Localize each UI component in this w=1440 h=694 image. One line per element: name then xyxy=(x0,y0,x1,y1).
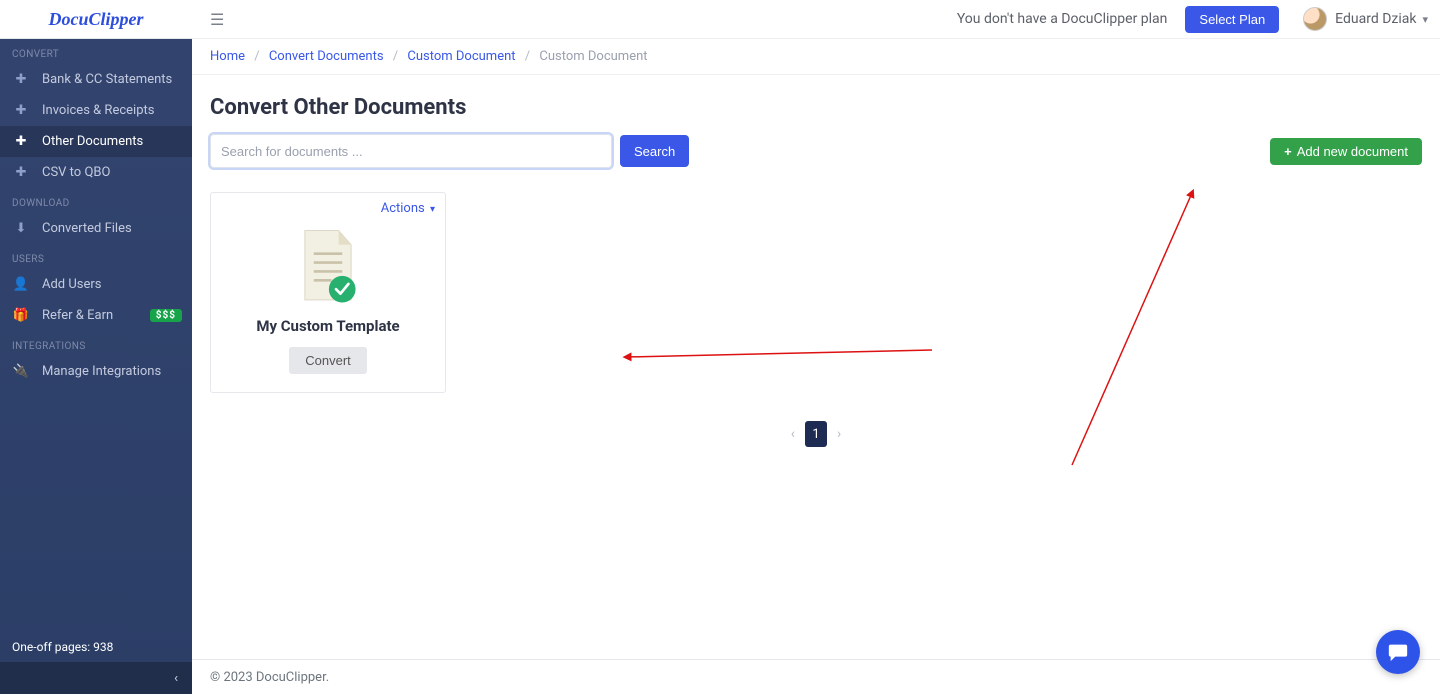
chevron-down-icon: ▾ xyxy=(430,204,435,215)
plan-text: You don't have a DocuClipper plan xyxy=(957,11,1168,27)
chevron-left-icon: ‹ xyxy=(174,671,178,686)
convert-button[interactable]: Convert xyxy=(289,347,367,374)
sidebar-item-label: Add Users xyxy=(42,277,102,292)
sidebar: DocuClipper CONVERT ✚ Bank & CC Statemen… xyxy=(0,0,192,694)
sidebar-item-invoices[interactable]: ✚ Invoices & Receipts xyxy=(0,95,192,126)
brand-text: DocuClipper xyxy=(48,9,143,30)
sidebar-item-refer-earn[interactable]: 🎁 Refer & Earn $$$ xyxy=(0,300,192,331)
card-title: My Custom Template xyxy=(223,317,433,335)
sidebar-item-add-users[interactable]: 👤 Add Users xyxy=(0,269,192,300)
brand-logo[interactable]: DocuClipper xyxy=(0,0,192,39)
sidebar-item-csv-to-qbo[interactable]: ✚ CSV to QBO xyxy=(0,157,192,188)
pagination: ‹ 1 › xyxy=(210,421,1422,447)
avatar xyxy=(1303,7,1327,31)
user-menu[interactable]: Eduard Dziak ▾ xyxy=(1303,7,1428,31)
sidebar-item-bank[interactable]: ✚ Bank & CC Statements xyxy=(0,64,192,95)
plus-icon: ✚ xyxy=(10,103,32,118)
sidebar-collapse-toggle[interactable]: ‹ xyxy=(0,662,192,694)
sidebar-item-label: Other Documents xyxy=(42,134,143,149)
document-card: Actions ▾ My Custom Template Convert xyxy=(210,192,446,393)
toolbar: Search + Add new document xyxy=(210,134,1422,168)
plug-icon: 🔌 xyxy=(10,364,32,379)
sidebar-item-other-documents[interactable]: ✚ Other Documents xyxy=(0,126,192,157)
topbar: ☰ You don't have a DocuClipper plan Sele… xyxy=(192,0,1440,39)
pagination-page[interactable]: 1 xyxy=(805,421,827,447)
sidebar-section-convert: CONVERT xyxy=(0,39,192,64)
sidebar-item-converted-files[interactable]: ⬇ Converted Files xyxy=(0,213,192,244)
sidebar-section-download: DOWNLOAD xyxy=(0,188,192,213)
page-title: Convert Other Documents xyxy=(210,95,1422,120)
add-document-button[interactable]: + Add new document xyxy=(1270,138,1422,165)
sidebar-oneoff-pages: One-off pages: 938 xyxy=(0,632,192,662)
breadcrumb-custom[interactable]: Custom Document xyxy=(407,49,515,64)
download-icon: ⬇ xyxy=(10,221,32,236)
add-document-label: Add new document xyxy=(1297,144,1408,159)
breadcrumb: Home / Convert Documents / Custom Docume… xyxy=(192,39,1440,75)
pagination-next[interactable]: › xyxy=(837,426,841,442)
plus-icon: ✚ xyxy=(10,165,32,180)
plus-icon: + xyxy=(1284,144,1292,159)
plus-icon: ✚ xyxy=(10,134,32,149)
pagination-prev[interactable]: ‹ xyxy=(791,426,795,442)
sidebar-item-label: Manage Integrations xyxy=(42,364,161,379)
sidebar-item-label: Bank & CC Statements xyxy=(42,72,172,87)
breadcrumb-convert[interactable]: Convert Documents xyxy=(269,49,384,64)
user-name: Eduard Dziak xyxy=(1335,11,1416,27)
card-actions-label: Actions xyxy=(381,201,425,216)
sidebar-section-integrations: INTEGRATIONS xyxy=(0,331,192,356)
sidebar-item-label: Refer & Earn xyxy=(42,308,113,323)
main-content: ☰ You don't have a DocuClipper plan Sele… xyxy=(192,0,1440,694)
breadcrumb-home[interactable]: Home xyxy=(210,49,245,64)
document-icon xyxy=(292,227,364,307)
chat-fab[interactable] xyxy=(1376,630,1420,674)
select-plan-button[interactable]: Select Plan xyxy=(1185,6,1279,33)
gift-icon: 🎁 xyxy=(10,308,32,323)
sidebar-item-label: CSV to QBO xyxy=(42,165,110,180)
search-input[interactable] xyxy=(210,134,612,168)
sidebar-section-users: USERS xyxy=(0,244,192,269)
search-button[interactable]: Search xyxy=(620,135,689,167)
sidebar-item-label: Invoices & Receipts xyxy=(42,103,154,118)
sidebar-item-label: Converted Files xyxy=(42,221,132,236)
user-icon: 👤 xyxy=(10,277,32,292)
sidebar-item-integrations[interactable]: 🔌 Manage Integrations xyxy=(0,356,192,387)
hamburger-icon[interactable]: ☰ xyxy=(210,10,234,29)
chat-icon xyxy=(1387,641,1409,663)
chevron-down-icon: ▾ xyxy=(1422,13,1428,26)
plus-icon: ✚ xyxy=(10,72,32,87)
card-actions-dropdown[interactable]: Actions ▾ xyxy=(381,201,435,216)
refer-badge: $$$ xyxy=(150,309,182,322)
breadcrumb-current: Custom Document xyxy=(539,49,647,64)
footer: © 2023 DocuClipper. xyxy=(192,659,1440,694)
footer-text: © 2023 DocuClipper. xyxy=(210,670,329,685)
